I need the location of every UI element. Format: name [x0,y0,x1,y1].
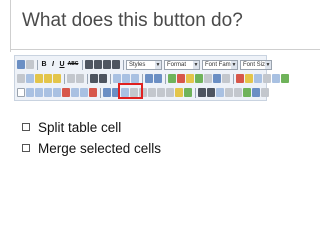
slide-title: What does this button do? [22,10,243,31]
template-icon[interactable] [261,88,269,97]
print-icon[interactable] [225,88,233,97]
anchor-icon[interactable] [186,74,194,83]
toolbar-separator [233,73,234,84]
checkbox-bullet-icon [22,144,30,152]
spellcheck-icon[interactable] [243,88,251,97]
cell-properties-icon[interactable] [35,88,43,97]
media-icon[interactable] [184,88,192,97]
slide-title-rule [10,49,320,50]
strikethrough-button[interactable]: ABC [67,60,79,69]
answer-option[interactable]: Merge selected cells [22,139,161,157]
row-properties-icon[interactable] [26,88,34,97]
toolbar-separator [110,73,111,84]
styles-dropdown-label: Styles [129,61,146,68]
delete-column-icon[interactable] [89,88,97,97]
link-icon[interactable] [168,74,176,83]
paste-word-icon[interactable] [53,74,61,83]
format-dropdown[interactable]: Format ▼ [164,59,200,70]
bullet-list-icon[interactable] [90,74,98,83]
help-icon[interactable] [213,74,221,83]
code-icon[interactable] [222,74,230,83]
pilcrow-icon[interactable] [234,88,242,97]
chevron-down-icon: ▼ [265,60,271,69]
toolbar-separator [100,87,101,98]
save-icon[interactable] [17,60,25,69]
slide-vertical-rule [10,0,11,52]
insert-column-before-icon[interactable] [71,88,79,97]
font-size-dropdown[interactable]: Font Size ▼ [240,59,272,70]
special-char-icon[interactable] [166,88,174,97]
styles-dropdown[interactable]: Styles ▼ [126,59,162,70]
toolbar-separator [82,59,83,70]
answer-option-label: Split table cell [38,119,122,135]
insert-time-icon[interactable] [263,74,271,83]
toolbar-separator [165,73,166,84]
editor-toolbar-screenshot: B I U ABC Styles ▼ Format ▼ Font Family … [14,55,289,101]
background-color-icon[interactable] [245,74,253,83]
table-icon[interactable] [17,88,25,97]
bold-button[interactable]: B [40,60,48,69]
numbered-list-icon[interactable] [99,74,107,83]
unlink-icon[interactable] [177,74,185,83]
blockquote-icon[interactable] [131,74,139,83]
toolbar-row-2 [17,72,290,85]
highlighted-button-marker [118,83,143,99]
align-center-icon[interactable] [94,60,102,69]
outdent-icon[interactable] [113,74,121,83]
align-right-icon[interactable] [103,60,111,69]
font-family-dropdown[interactable]: Font Family ▼ [202,59,238,70]
ltr-icon[interactable] [198,88,206,97]
insert-row-before-icon[interactable] [44,88,52,97]
chevron-down-icon: ▼ [155,60,161,69]
undo-icon[interactable] [145,74,153,83]
fullscreen-icon[interactable] [216,88,224,97]
superscript-icon[interactable] [157,88,165,97]
rtl-icon[interactable] [207,88,215,97]
format-dropdown-label: Format [167,61,187,68]
answer-option[interactable]: Split table cell [22,118,161,136]
chevron-down-icon: ▼ [193,60,199,69]
insert-date-icon[interactable] [254,74,262,83]
cleanup-icon[interactable] [204,74,212,83]
preview-icon[interactable] [272,74,280,83]
answer-option-label: Merge selected cells [38,140,162,156]
italic-button[interactable]: I [49,60,57,69]
underline-button[interactable]: U [58,60,66,69]
zoom-icon[interactable] [281,74,289,83]
new-document-icon[interactable] [26,60,34,69]
text-color-icon[interactable] [236,74,244,83]
align-justify-icon[interactable] [112,60,120,69]
layer-icon[interactable] [252,88,260,97]
indent-icon[interactable] [122,74,130,83]
subscript-icon[interactable] [148,88,156,97]
checkbox-bullet-icon [22,123,30,131]
emotions-icon[interactable] [175,88,183,97]
toolbar-separator [142,73,143,84]
insert-column-after-icon[interactable] [80,88,88,97]
answer-options: Split table cell Merge selected cells [22,118,161,160]
toolbar-separator [64,73,65,84]
toolbar-separator [87,73,88,84]
cut-icon[interactable] [17,74,25,83]
toolbar-row-1: B I U ABC Styles ▼ Format ▼ Font Family … [17,58,274,71]
toolbar-row-3 [17,86,270,99]
align-left-icon[interactable] [85,60,93,69]
replace-icon[interactable] [76,74,84,83]
paste-icon[interactable] [35,74,43,83]
copy-icon[interactable] [26,74,34,83]
toolbar-separator [123,59,124,70]
redo-icon[interactable] [154,74,162,83]
paste-text-icon[interactable] [44,74,52,83]
delete-row-icon[interactable] [62,88,70,97]
find-icon[interactable] [67,74,75,83]
split-cells-icon[interactable] [103,88,111,97]
image-icon[interactable] [195,74,203,83]
toolbar-separator [37,59,38,70]
chevron-down-icon: ▼ [231,60,237,69]
toolbar-separator [195,87,196,98]
insert-row-after-icon[interactable] [53,88,61,97]
